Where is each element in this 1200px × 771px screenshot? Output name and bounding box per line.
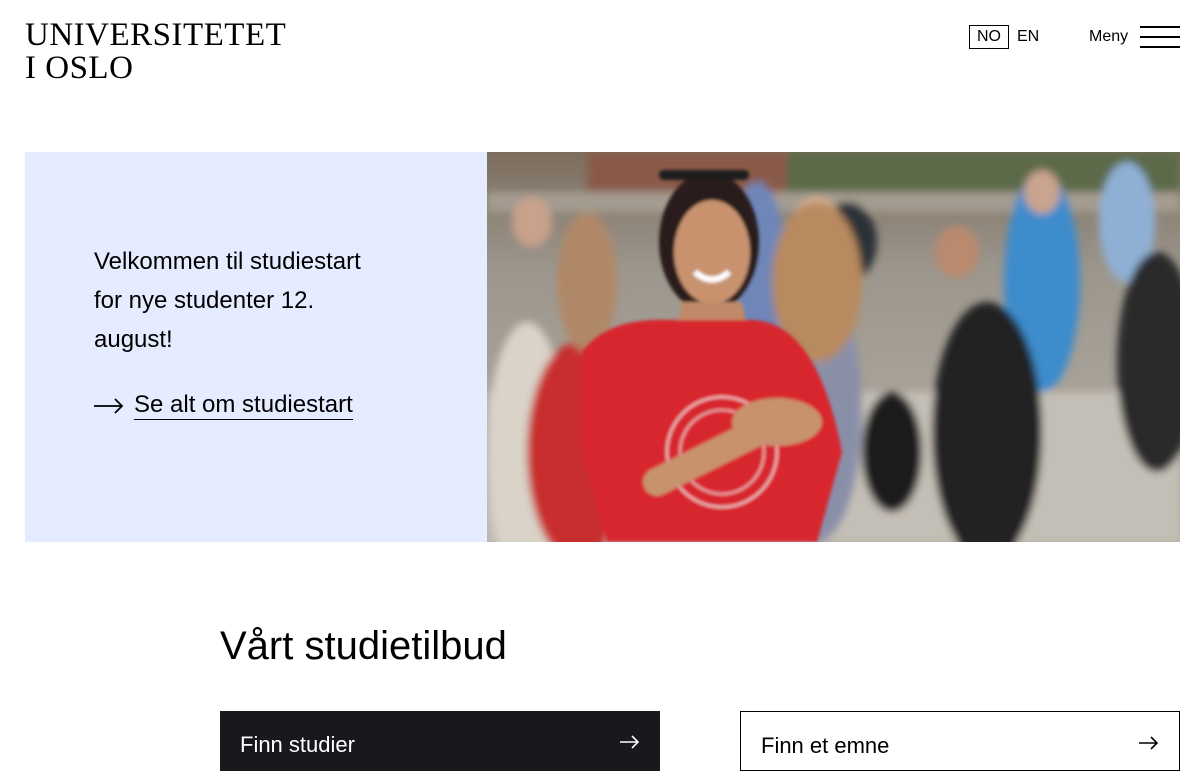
hamburger-icon: [1140, 26, 1181, 48]
hero-banner: Velkommen til studiestart for nye studen…: [25, 152, 1180, 542]
arrow-right-icon: [94, 397, 124, 414]
arrow-right-icon: [1139, 736, 1159, 750]
language-switcher: NO EN: [969, 25, 1047, 49]
arrow-right-icon: [620, 735, 640, 749]
students-photo-illustration: [487, 152, 1180, 542]
logo-line-2: I OSLO: [25, 50, 134, 86]
university-logo[interactable]: UNIVERSITETET I OSLO: [25, 19, 286, 85]
find-course-card[interactable]: Finn et emne: [740, 711, 1180, 771]
lang-no-button[interactable]: NO: [969, 25, 1009, 49]
find-studies-card[interactable]: Finn studier: [220, 711, 660, 771]
card-label: Finn et emne: [761, 733, 890, 758]
menu-label: Meny: [1089, 28, 1129, 45]
hero-message: Velkommen til studiestart for nye studen…: [94, 248, 361, 353]
hero-text-panel: Velkommen til studiestart for nye studen…: [25, 152, 487, 542]
studiestart-link-label: Se alt om studiestart: [134, 391, 353, 420]
logo-line-1: UNIVERSITETET: [25, 17, 287, 53]
hero-photo: [487, 152, 1180, 542]
card-label: Finn studier: [240, 732, 355, 757]
section-title: Vårt studietilbud: [220, 624, 507, 668]
menu-button[interactable]: Meny: [1089, 25, 1181, 49]
studiestart-link[interactable]: Se alt om studiestart: [94, 391, 353, 420]
lang-en-button[interactable]: EN: [1009, 25, 1047, 49]
